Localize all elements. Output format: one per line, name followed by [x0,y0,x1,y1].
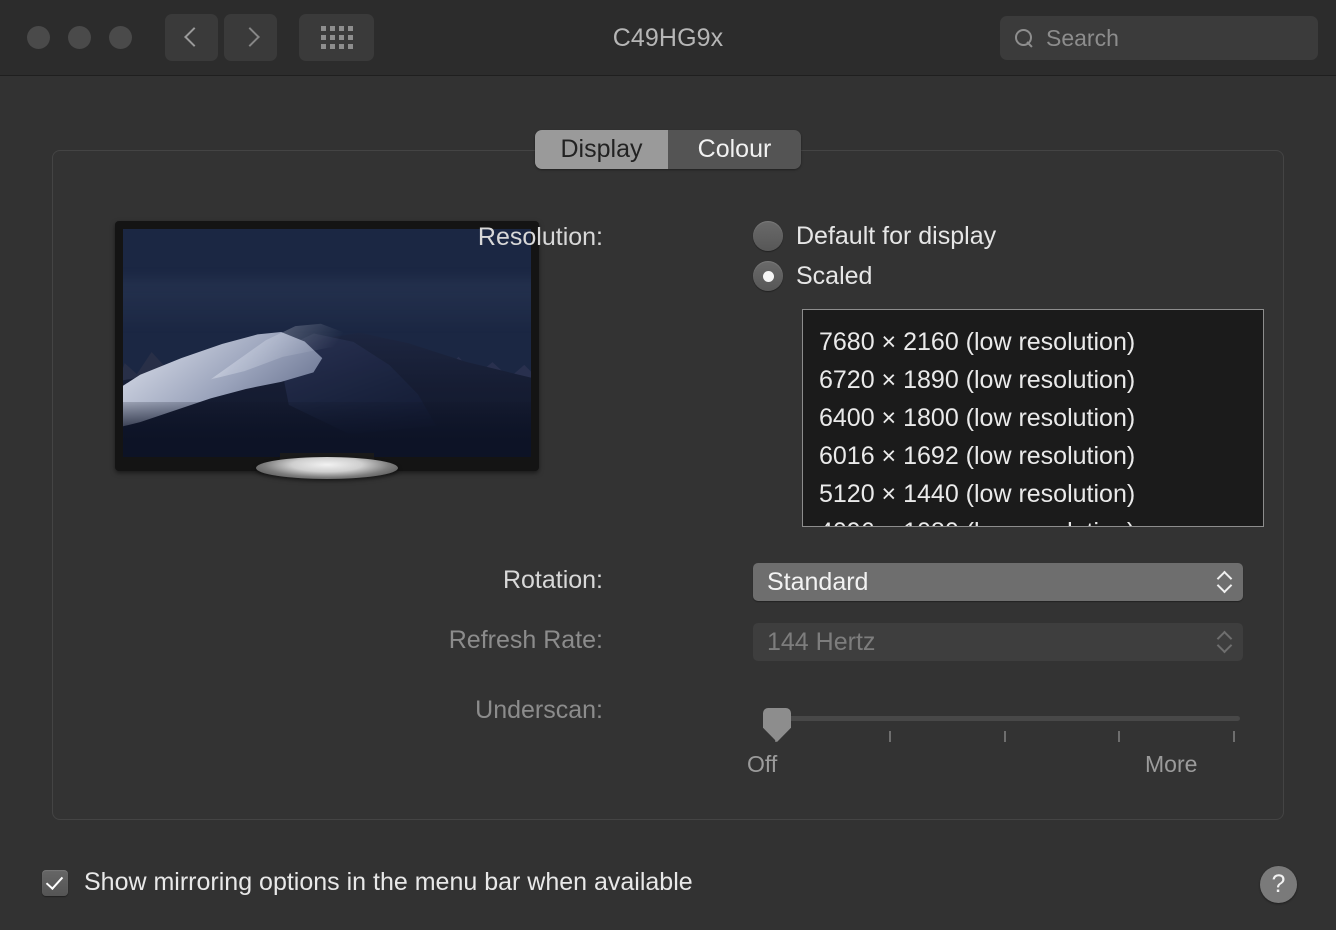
resolution-option-scaled-label: Scaled [796,261,873,290]
wallpaper-foreground [123,402,531,457]
resolution-option-default-label: Default for display [796,221,997,250]
search-icon [1014,28,1035,49]
chevron-left-icon [184,26,199,50]
display-settings-panel: Resolution: Default for display Scaled (… [52,150,1284,820]
radio-scaled[interactable] [753,261,783,291]
refresh-rate-popup[interactable]: 144 Hertz [753,623,1243,661]
back-button[interactable] [165,14,218,61]
mirroring-option-row[interactable]: Show mirroring options in the menu bar w… [42,868,693,897]
list-item[interactable]: 7680 × 2160 (low resolution) [803,323,1263,361]
resolution-list[interactable]: (scrolled) 7680 × 2160 (low resolution) … [802,309,1264,527]
chevron-up-down-icon [1216,629,1233,655]
search-field[interactable]: Search [1000,16,1318,60]
resolution-label: Resolution: [477,223,603,251]
underscan-min-label: Off [747,751,778,777]
resolution-list-inner: (scrolled) 7680 × 2160 (low resolution) … [803,310,1263,526]
minimize-button[interactable] [68,26,91,49]
search-input[interactable]: Search [1046,25,1119,52]
underscan-max-label: More [1145,751,1198,777]
mirroring-label: Show mirroring options in the menu bar w… [84,868,693,896]
displays-preferences-window: C49HG9x Search Display Colour Resolution… [0,0,1336,930]
navigation-buttons [165,14,277,61]
mirroring-checkbox[interactable] [42,869,68,896]
resolution-option-scaled[interactable]: Scaled [753,261,872,291]
show-all-button[interactable] [299,14,374,61]
forward-button[interactable] [224,14,277,61]
list-item[interactable]: 6720 × 1890 (low resolution) [803,361,1263,399]
window-titlebar: C49HG9x Search [0,0,1336,76]
help-button[interactable]: ? [1260,866,1297,903]
refresh-rate-value: 144 Hertz [767,627,876,656]
underscan-label: Underscan: [475,696,603,724]
monitor-stand [256,457,398,479]
monitor-bezel [115,221,539,471]
wallpaper-haze [123,279,531,325]
list-item[interactable]: 4096 × 1080 (low resolution) [803,513,1263,526]
rotation-value: Standard [767,567,869,596]
refresh-rate-label: Refresh Rate: [448,626,603,654]
tab-bar: Display Colour [535,130,801,169]
rotation-popup[interactable]: Standard [753,563,1243,601]
radio-default-for-display[interactable] [753,221,783,251]
tab-display[interactable]: Display [535,130,668,169]
list-item[interactable]: 6016 × 1692 (low resolution) [803,437,1263,475]
slider-ticks [775,731,1240,743]
resolution-option-default[interactable]: Default for display [753,221,996,251]
window-controls [27,26,132,49]
slider-track[interactable] [775,716,1240,721]
list-item[interactable]: 6400 × 1800 (low resolution) [803,399,1263,437]
zoom-button[interactable] [109,26,132,49]
chevron-right-icon [243,26,258,50]
underscan-slider[interactable] [753,703,1240,742]
chevron-up-down-icon [1216,569,1233,595]
list-item[interactable]: 5120 × 1440 (low resolution) [803,475,1263,513]
close-button[interactable] [27,26,50,49]
rotation-label: Rotation: [502,566,603,594]
tab-colour[interactable]: Colour [668,130,801,169]
monitor-screen [123,229,531,457]
grid-icon [320,26,353,49]
display-preview [115,221,539,479]
